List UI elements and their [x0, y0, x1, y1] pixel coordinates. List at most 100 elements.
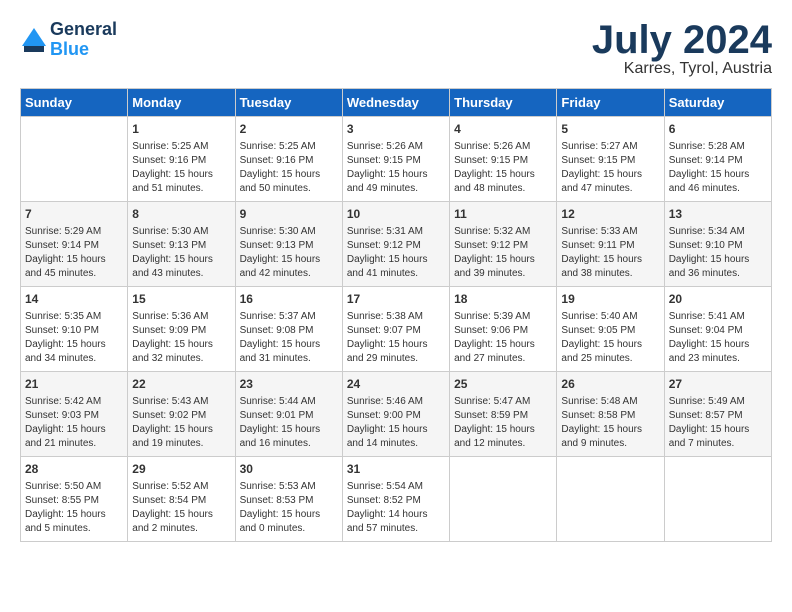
calendar-cell — [21, 117, 128, 202]
day-number: 10 — [347, 206, 445, 223]
day-number: 2 — [240, 121, 338, 138]
logo: General Blue — [20, 20, 117, 60]
day-number: 8 — [132, 206, 230, 223]
day-of-week-saturday: Saturday — [664, 89, 771, 117]
day-info: Sunrise: 5:47 AM Sunset: 8:59 PM Dayligh… — [454, 395, 552, 451]
day-number: 31 — [347, 461, 445, 478]
day-number: 12 — [561, 206, 659, 223]
day-number: 9 — [240, 206, 338, 223]
title-block: July 2024 Karres, Tyrol, Austria — [592, 20, 772, 78]
day-number: 15 — [132, 291, 230, 308]
day-info: Sunrise: 5:54 AM Sunset: 8:52 PM Dayligh… — [347, 480, 445, 536]
day-info: Sunrise: 5:42 AM Sunset: 9:03 PM Dayligh… — [25, 395, 123, 451]
day-number: 30 — [240, 461, 338, 478]
calendar-cell: 23Sunrise: 5:44 AM Sunset: 9:01 PM Dayli… — [235, 372, 342, 457]
calendar-cell: 11 Sunrise: 5:32 AM Sunset: 9:12 PM Dayli… — [450, 202, 557, 287]
day-number: 14 — [25, 291, 123, 308]
calendar-cell: 10 Sunrise: 5:31 AM Sunset: 9:12 PM Dayli… — [342, 202, 449, 287]
day-info: Sunrise: 5:28 AM Sunset: 9:14 PM Dayligh… — [669, 140, 767, 196]
day-number: 26 — [561, 376, 659, 393]
day-number: 18 — [454, 291, 552, 308]
calendar-header: SundayMondayTuesdayWednesdayThursdayFrid… — [21, 89, 772, 117]
calendar-cell — [664, 457, 771, 542]
day-info: Sunrise: 5:46 AM Sunset: 9:00 PM Dayligh… — [347, 395, 445, 451]
day-number: 19 — [561, 291, 659, 308]
calendar-cell: 22Sunrise: 5:43 AM Sunset: 9:02 PM Dayli… — [128, 372, 235, 457]
calendar-table: SundayMondayTuesdayWednesdayThursdayFrid… — [20, 88, 772, 542]
day-info: Sunrise: 5:53 AM Sunset: 8:53 PM Dayligh… — [240, 480, 338, 536]
day-info: Sunrise: 5:30 AM Sunset: 9:13 PM Dayligh… — [240, 225, 338, 281]
day-info: Sunrise: 5:31 AM Sunset: 9:12 PM Dayligh… — [347, 225, 445, 281]
calendar-cell: 30 Sunrise: 5:53 AM Sunset: 8:53 PM Dayli… — [235, 457, 342, 542]
day-of-week-thursday: Thursday — [450, 89, 557, 117]
day-info: Sunrise: 5:38 AM Sunset: 9:07 PM Dayligh… — [347, 310, 445, 366]
day-number: 20 — [669, 291, 767, 308]
day-info: Sunrise: 5:27 AM Sunset: 9:15 PM Dayligh… — [561, 140, 659, 196]
day-of-week-wednesday: Wednesday — [342, 89, 449, 117]
day-info: Sunrise: 5:39 AM Sunset: 9:06 PM Dayligh… — [454, 310, 552, 366]
day-number: 7 — [25, 206, 123, 223]
calendar-cell: 2 Sunrise: 5:25 AM Sunset: 9:16 PM Daylig… — [235, 117, 342, 202]
days-of-week-row: SundayMondayTuesdayWednesdayThursdayFrid… — [21, 89, 772, 117]
calendar-cell — [450, 457, 557, 542]
calendar-cell: 16Sunrise: 5:37 AM Sunset: 9:08 PM Dayli… — [235, 287, 342, 372]
day-info: Sunrise: 5:30 AM Sunset: 9:13 PM Dayligh… — [132, 225, 230, 281]
day-info: Sunrise: 5:26 AM Sunset: 9:15 PM Dayligh… — [347, 140, 445, 196]
calendar-cell: 3Sunrise: 5:26 AM Sunset: 9:15 PM Daylig… — [342, 117, 449, 202]
page-header: General Blue July 2024 Karres, Tyrol, Au… — [20, 20, 772, 78]
day-of-week-monday: Monday — [128, 89, 235, 117]
day-info: Sunrise: 5:41 AM Sunset: 9:04 PM Dayligh… — [669, 310, 767, 366]
day-number: 25 — [454, 376, 552, 393]
day-number: 1 — [132, 121, 230, 138]
day-number: 23 — [240, 376, 338, 393]
calendar-cell: 9 Sunrise: 5:30 AM Sunset: 9:13 PM Daylig… — [235, 202, 342, 287]
calendar-cell: 21 Sunrise: 5:42 AM Sunset: 9:03 PM Dayli… — [21, 372, 128, 457]
day-info: Sunrise: 5:34 AM Sunset: 9:10 PM Dayligh… — [669, 225, 767, 281]
week-row-5: 28 Sunrise: 5:50 AM Sunset: 8:55 PM Dayli… — [21, 457, 772, 542]
calendar-body: 1 Sunrise: 5:25 AM Sunset: 9:16 PM Daylig… — [21, 117, 772, 542]
week-row-1: 1 Sunrise: 5:25 AM Sunset: 9:16 PM Daylig… — [21, 117, 772, 202]
day-number: 29 — [132, 461, 230, 478]
calendar-cell: 14 Sunrise: 5:35 AM Sunset: 9:10 PM Dayli… — [21, 287, 128, 372]
day-of-week-tuesday: Tuesday — [235, 89, 342, 117]
day-info: Sunrise: 5:40 AM Sunset: 9:05 PM Dayligh… — [561, 310, 659, 366]
day-number: 24 — [347, 376, 445, 393]
calendar-cell: 1Sunrise: 5:25 AM Sunset: 9:16 PM Daylig… — [128, 117, 235, 202]
logo-text: General Blue — [50, 20, 117, 60]
location: Karres, Tyrol, Austria — [592, 60, 772, 78]
week-row-3: 14 Sunrise: 5:35 AM Sunset: 9:10 PM Dayli… — [21, 287, 772, 372]
calendar-cell: 27Sunrise: 5:49 AM Sunset: 8:57 PM Dayli… — [664, 372, 771, 457]
day-number: 13 — [669, 206, 767, 223]
day-number: 28 — [25, 461, 123, 478]
day-number: 17 — [347, 291, 445, 308]
day-number: 22 — [132, 376, 230, 393]
calendar-cell — [557, 457, 664, 542]
day-info: Sunrise: 5:25 AM Sunset: 9:16 PM Dayligh… — [240, 140, 338, 196]
month-title: July 2024 — [592, 20, 772, 60]
day-number: 21 — [25, 376, 123, 393]
day-number: 27 — [669, 376, 767, 393]
day-info: Sunrise: 5:35 AM Sunset: 9:10 PM Dayligh… — [25, 310, 123, 366]
calendar-cell: 13 Sunrise: 5:34 AM Sunset: 9:10 PM Dayli… — [664, 202, 771, 287]
day-info: Sunrise: 5:32 AM Sunset: 9:12 PM Dayligh… — [454, 225, 552, 281]
day-number: 11 — [454, 206, 552, 223]
day-info: Sunrise: 5:50 AM Sunset: 8:55 PM Dayligh… — [25, 480, 123, 536]
day-info: Sunrise: 5:37 AM Sunset: 9:08 PM Dayligh… — [240, 310, 338, 366]
calendar-cell: 19 Sunrise: 5:40 AM Sunset: 9:05 PM Dayli… — [557, 287, 664, 372]
week-row-4: 21 Sunrise: 5:42 AM Sunset: 9:03 PM Dayli… — [21, 372, 772, 457]
week-row-2: 7Sunrise: 5:29 AM Sunset: 9:14 PM Daylig… — [21, 202, 772, 287]
calendar-cell: 15 Sunrise: 5:36 AM Sunset: 9:09 PM Dayli… — [128, 287, 235, 372]
calendar-cell: 28 Sunrise: 5:50 AM Sunset: 8:55 PM Dayli… — [21, 457, 128, 542]
day-info: Sunrise: 5:36 AM Sunset: 9:09 PM Dayligh… — [132, 310, 230, 366]
day-number: 5 — [561, 121, 659, 138]
calendar-cell: 4 Sunrise: 5:26 AM Sunset: 9:15 PM Daylig… — [450, 117, 557, 202]
calendar-cell: 24 Sunrise: 5:46 AM Sunset: 9:00 PM Dayli… — [342, 372, 449, 457]
day-info: Sunrise: 5:26 AM Sunset: 9:15 PM Dayligh… — [454, 140, 552, 196]
calendar-cell: 26Sunrise: 5:48 AM Sunset: 8:58 PM Dayli… — [557, 372, 664, 457]
calendar-cell: 6 Sunrise: 5:28 AM Sunset: 9:14 PM Daylig… — [664, 117, 771, 202]
day-number: 4 — [454, 121, 552, 138]
day-number: 6 — [669, 121, 767, 138]
day-of-week-friday: Friday — [557, 89, 664, 117]
calendar-cell: 5 Sunrise: 5:27 AM Sunset: 9:15 PM Daylig… — [557, 117, 664, 202]
day-info: Sunrise: 5:52 AM Sunset: 8:54 PM Dayligh… — [132, 480, 230, 536]
